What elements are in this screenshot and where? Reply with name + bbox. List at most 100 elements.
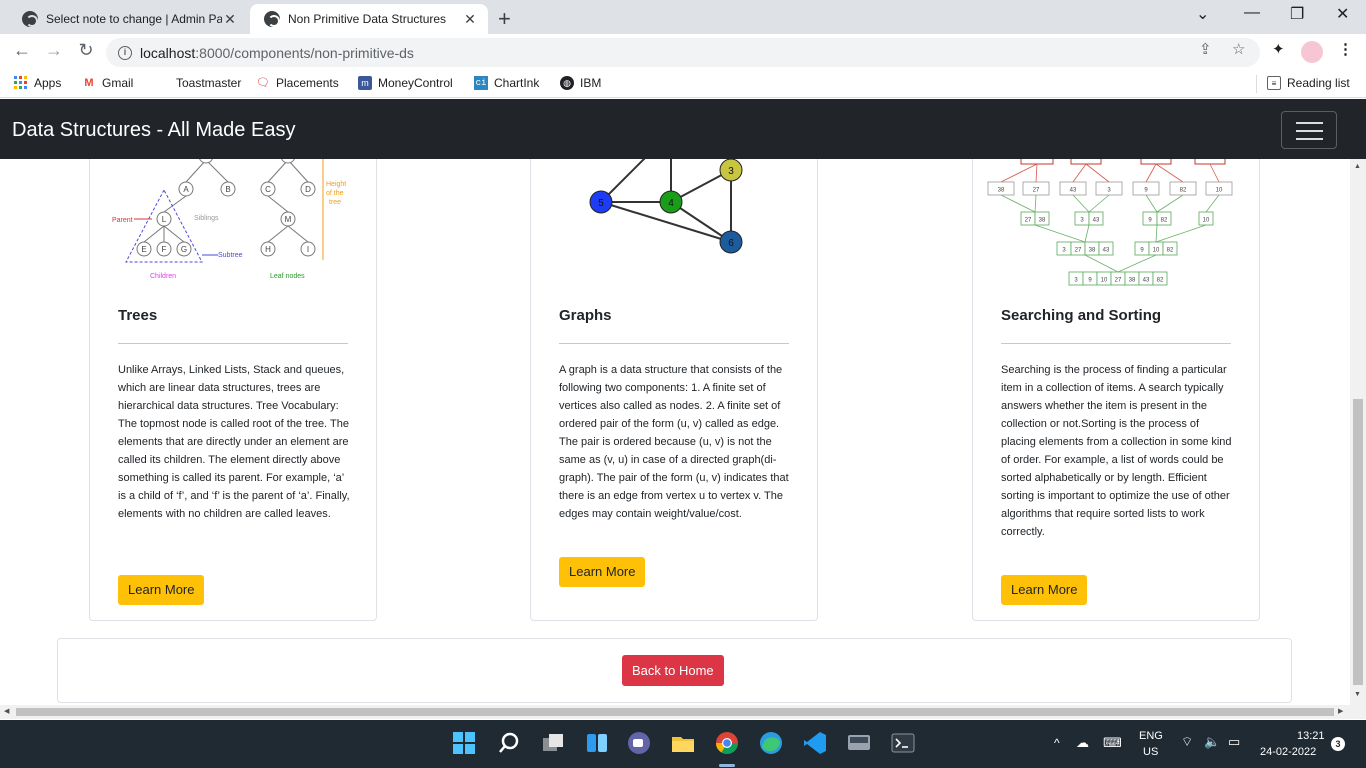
onedrive-cloud-icon[interactable]: ☁ xyxy=(1076,735,1089,751)
bookmark-moneycontrol[interactable]: m MoneyControl xyxy=(358,76,453,90)
site-info-icon[interactable]: i xyxy=(118,45,132,60)
tab-search-chevron-icon[interactable]: ⌄ xyxy=(1196,4,1209,24)
vertical-scroll-thumb[interactable] xyxy=(1353,399,1363,685)
parent-label: Parent xyxy=(112,217,133,224)
merge-sort-value: 27 xyxy=(1033,188,1040,194)
graph-node-label: 5 xyxy=(598,198,604,209)
siblings-label: Siblings xyxy=(194,215,219,222)
back-arrow-icon[interactable]: ← xyxy=(10,40,34,61)
app-navbar: Data Structures - All Made Easy xyxy=(0,99,1366,159)
horizontal-scroll-thumb[interactable] xyxy=(16,708,1334,716)
clock-time[interactable]: 13:21 xyxy=(1297,730,1325,742)
wifi-icon[interactable]: ⌔ xyxy=(1181,734,1193,750)
page-viewport: AB CD LM EFG HI Parent Siblings Subtree … xyxy=(0,159,1350,705)
share-icon[interactable]: ⇪ xyxy=(1199,40,1212,58)
scroll-down-arrow-icon[interactable]: ▼ xyxy=(1354,691,1361,698)
tree-node-label: L xyxy=(162,215,167,224)
reading-list-icon: ≡ xyxy=(1267,76,1281,90)
globe-icon xyxy=(22,11,38,27)
bookmark-label: Apps xyxy=(34,76,62,90)
language-top[interactable]: ENG xyxy=(1139,730,1163,742)
bookmark-gmail[interactable]: M Gmail xyxy=(82,76,133,90)
address-bar[interactable]: i localhost :8000/components/non-primiti… xyxy=(106,38,1260,67)
tab-non-primitive[interactable]: Non Primitive Data Structures ✕ xyxy=(250,4,488,34)
teams-chat-icon[interactable] xyxy=(626,730,652,756)
search-icon[interactable] xyxy=(496,730,522,756)
learn-more-searching-sorting-button[interactable]: Learn More xyxy=(1001,575,1088,605)
forward-arrow-icon[interactable]: → xyxy=(42,40,66,61)
language-bottom[interactable]: US xyxy=(1143,746,1158,758)
scroll-up-arrow-icon[interactable]: ▲ xyxy=(1354,163,1361,170)
tab-admin[interactable]: Select note to change | Admin Pa ✕ xyxy=(8,4,248,34)
widgets-icon[interactable] xyxy=(584,730,610,756)
scroll-left-arrow-icon[interactable]: ◀ xyxy=(4,707,9,715)
moneycontrol-icon: m xyxy=(358,76,372,90)
new-tab-icon[interactable]: + xyxy=(498,6,511,32)
keyboard-icon[interactable]: ⌨ xyxy=(1103,735,1122,751)
reload-icon[interactable]: ↻ xyxy=(74,40,98,61)
tree-node-label: M xyxy=(285,215,292,224)
chrome-icon[interactable] xyxy=(714,730,740,756)
battery-icon[interactable]: ▭ xyxy=(1228,734,1240,750)
tree-diagram-illustration: AB CD LM EFG HI Parent Siblings Subtree … xyxy=(90,159,378,290)
profile-avatar-icon[interactable] xyxy=(1301,41,1323,63)
clock-date[interactable]: 24-02-2022 xyxy=(1260,746,1316,758)
bookmark-chartink[interactable]: ci ChartInk xyxy=(474,76,539,90)
bookmark-star-icon[interactable]: ☆ xyxy=(1232,40,1245,58)
back-to-home-button[interactable]: Back to Home xyxy=(622,655,724,686)
hamburger-line xyxy=(1296,130,1323,132)
tree-node-label: A xyxy=(183,185,189,194)
browser-menu-icon[interactable]: ⋮ xyxy=(1338,40,1353,58)
windows-start-icon[interactable] xyxy=(451,730,477,756)
close-tab-icon[interactable]: ✕ xyxy=(462,11,478,28)
restore-icon[interactable]: ❐ xyxy=(1290,4,1304,24)
url-path: :8000/components/non-primitive-ds xyxy=(195,44,414,61)
show-hidden-icons-chevron-icon[interactable]: ^ xyxy=(1054,736,1060,750)
horizontal-scrollbar[interactable]: ◀ ▶ xyxy=(0,705,1350,719)
card-description: Searching is the process of finding a pa… xyxy=(1001,364,1232,538)
sql-tool-icon[interactable] xyxy=(846,730,872,756)
speech-bubble-icon: 🗨 xyxy=(256,77,270,89)
close-tab-icon[interactable]: ✕ xyxy=(222,11,238,28)
navbar-toggler-button[interactable] xyxy=(1281,111,1337,149)
minimize-icon[interactable]: — xyxy=(1244,4,1260,22)
terminal-icon[interactable] xyxy=(890,730,916,756)
bookmark-ibm[interactable]: ◍ IBM xyxy=(560,76,601,90)
merge-sort-value: 10 xyxy=(1153,248,1160,254)
reading-list-button[interactable]: ≡ Reading list xyxy=(1267,76,1350,90)
graph-diagram-illustration: 5 4 3 6 xyxy=(531,159,819,290)
merge-sort-box: 43 xyxy=(1059,181,1087,196)
scroll-right-arrow-icon[interactable]: ▶ xyxy=(1338,707,1343,715)
volume-icon[interactable]: 🔈 xyxy=(1204,734,1220,750)
tree-node-label: I xyxy=(307,245,309,254)
merge-sort-value: 82 xyxy=(1161,218,1168,224)
vertical-scrollbar[interactable]: ▲ ▼ xyxy=(1350,159,1366,705)
bookmark-apps[interactable]: Apps xyxy=(14,76,61,90)
notification-badge[interactable]: 3 xyxy=(1331,737,1345,751)
tree-node-label: C xyxy=(265,185,271,194)
bookmark-placements[interactable]: 🗨 Placements xyxy=(256,76,339,90)
learn-more-graphs-button[interactable]: Learn More xyxy=(559,557,646,587)
tree-node-label: G xyxy=(181,245,187,254)
close-window-icon[interactable]: ✕ xyxy=(1336,4,1349,24)
navbar-brand[interactable]: Data Structures - All Made Easy xyxy=(12,119,295,142)
merge-sort-value: 43 xyxy=(1103,248,1110,254)
card-title: Trees xyxy=(118,307,158,324)
merge-sort-box: 27 xyxy=(1022,181,1050,196)
file-explorer-icon[interactable] xyxy=(670,730,696,756)
merge-sort-box: 3 9 10 27 38 43 82 xyxy=(1068,271,1168,286)
bookmark-label: MoneyControl xyxy=(378,76,453,90)
globe-icon: ◍ xyxy=(560,76,574,90)
globe-icon xyxy=(264,11,280,27)
merge-sort-box: 10 xyxy=(1205,181,1233,196)
extensions-puzzle-icon[interactable]: ✦ xyxy=(1272,40,1285,58)
card-title: Graphs xyxy=(559,307,612,324)
edge-icon[interactable] xyxy=(758,730,784,756)
learn-more-trees-button[interactable]: Learn More xyxy=(118,575,205,605)
apps-grid-icon xyxy=(14,76,28,90)
merge-sort-box: 82 xyxy=(1169,181,1197,196)
task-view-icon[interactable] xyxy=(540,730,566,756)
merge-sort-box: 9 xyxy=(1132,181,1160,196)
bookmark-toastmaster[interactable]: Toastmaster xyxy=(176,76,241,90)
vscode-icon[interactable] xyxy=(802,730,828,756)
